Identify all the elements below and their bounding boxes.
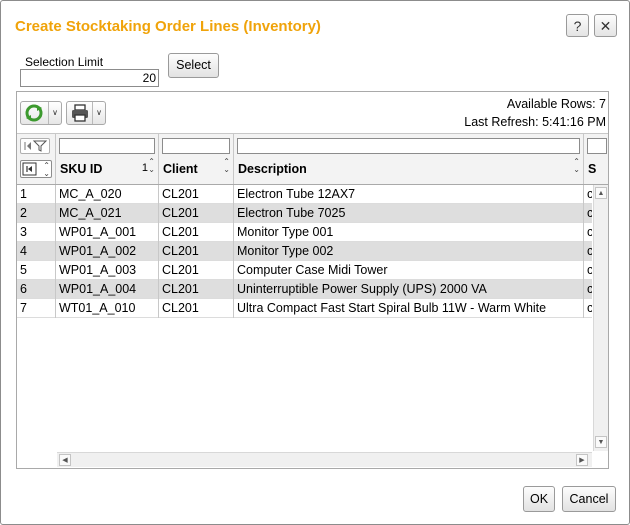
- client-cell: CL201: [159, 185, 234, 204]
- sku-filter-input[interactable]: [59, 138, 155, 154]
- next-column-cell: c: [584, 261, 592, 280]
- filter-icon: [24, 140, 48, 152]
- scroll-right-icon[interactable]: ▶: [576, 454, 588, 466]
- close-button[interactable]: ✕: [594, 14, 617, 37]
- cancel-button[interactable]: Cancel: [562, 486, 616, 512]
- sort-arrows-icon: ⌃ ⌄: [573, 157, 580, 174]
- row-number: 2: [17, 204, 56, 223]
- refresh-button[interactable]: ∨: [20, 101, 62, 125]
- grid-header: ⌃ ⌄ SKU ID 1 ⌃ ⌄ Client ⌃ ⌄ Description ⌃ ⌄: [17, 134, 608, 185]
- ok-button[interactable]: OK: [523, 486, 555, 512]
- row-number: 5: [17, 261, 56, 280]
- first-page-button[interactable]: ⌃ ⌄: [20, 160, 52, 178]
- next-column-header: S: [588, 162, 597, 176]
- close-icon: ✕: [599, 18, 612, 34]
- scroll-down-icon[interactable]: ▼: [595, 436, 607, 448]
- next-column-filter-input[interactable]: [587, 138, 607, 154]
- selection-limit-label: Selection Limit: [25, 55, 104, 69]
- next-column-cell: c: [584, 280, 592, 299]
- client-header: Client: [163, 162, 198, 176]
- selection-limit-input[interactable]: 20: [20, 69, 159, 87]
- table-row[interactable]: 6 WP01_A_004 CL201 Uninterruptible Power…: [17, 280, 592, 299]
- table-row[interactable]: 2 MC_A_021 CL201 Electron Tube 7025 c: [17, 204, 592, 223]
- table-row[interactable]: 7 WT01_A_010 CL201 Ultra Compact Fast St…: [17, 299, 592, 318]
- header-next-column[interactable]: S: [584, 134, 608, 184]
- next-column-cell: c: [584, 223, 592, 242]
- client-cell: CL201: [159, 261, 234, 280]
- description-header: Description: [238, 162, 307, 176]
- row-number: 4: [17, 242, 56, 261]
- sku-cell: MC_A_021: [56, 204, 159, 223]
- scroll-left-icon[interactable]: ◀: [59, 454, 71, 466]
- description-cell: Monitor Type 002: [234, 242, 584, 261]
- table-row[interactable]: 3 WP01_A_001 CL201 Monitor Type 001 c: [17, 223, 592, 242]
- data-grid: ∨ ∨ Available Rows: 7 Last Refresh: 5:41…: [16, 91, 609, 469]
- chevron-down-icon: ∨: [92, 102, 105, 124]
- grid-toolbar: ∨ ∨ Available Rows: 7 Last Refresh: 5:41…: [17, 92, 608, 134]
- description-cell: Electron Tube 7025: [234, 204, 584, 223]
- select-button[interactable]: Select: [168, 53, 219, 78]
- sku-cell: MC_A_020: [56, 185, 159, 204]
- sku-cell: WP01_A_001: [56, 223, 159, 242]
- client-cell: CL201: [159, 204, 234, 223]
- client-cell: CL201: [159, 223, 234, 242]
- filter-toggle-button[interactable]: [20, 138, 50, 154]
- next-column-cell: c: [584, 242, 592, 261]
- first-page-icon: [22, 162, 37, 176]
- header-description[interactable]: Description ⌃ ⌄: [234, 134, 584, 184]
- print-button[interactable]: ∨: [66, 101, 106, 125]
- client-filter-input[interactable]: [162, 138, 230, 154]
- last-refresh-status: Last Refresh: 5:41:16 PM: [464, 115, 606, 129]
- sku-cell: WT01_A_010: [56, 299, 159, 318]
- client-cell: CL201: [159, 242, 234, 261]
- header-row-number: ⌃ ⌄: [17, 134, 56, 184]
- description-cell: Electron Tube 12AX7: [234, 185, 584, 204]
- grid-rows: 1 MC_A_020 CL201 Electron Tube 12AX7 c 2…: [17, 185, 592, 318]
- scroll-up-icon[interactable]: ▲: [595, 187, 607, 199]
- next-column-cell: c: [584, 185, 592, 204]
- row-number: 7: [17, 299, 56, 318]
- description-cell: Monitor Type 001: [234, 223, 584, 242]
- create-stocktaking-dialog: Create Stocktaking Order Lines (Inventor…: [0, 0, 630, 525]
- next-column-cell: c: [584, 204, 592, 223]
- dialog-title: Create Stocktaking Order Lines (Inventor…: [15, 18, 321, 35]
- sku-cell: WP01_A_003: [56, 261, 159, 280]
- vertical-scrollbar[interactable]: ▲ ▼: [593, 185, 608, 451]
- available-rows-status: Available Rows: 7: [506, 97, 606, 111]
- header-client[interactable]: Client ⌃ ⌄: [159, 134, 234, 184]
- row-number: 6: [17, 280, 56, 299]
- client-cell: CL201: [159, 280, 234, 299]
- table-row[interactable]: 4 WP01_A_002 CL201 Monitor Type 002 c: [17, 242, 592, 261]
- header-sku-id[interactable]: SKU ID 1 ⌃ ⌄: [56, 134, 159, 184]
- sku-cell: WP01_A_002: [56, 242, 159, 261]
- description-cell: Uninterruptible Power Supply (UPS) 2000 …: [234, 280, 584, 299]
- help-button[interactable]: ?: [566, 14, 589, 37]
- sort-arrows-icon: ⌃ ⌄: [43, 161, 50, 178]
- refresh-icon: [25, 104, 43, 122]
- description-filter-input[interactable]: [237, 138, 580, 154]
- sort-order-indicator: 1: [141, 162, 148, 174]
- sku-cell: WP01_A_004: [56, 280, 159, 299]
- sort-arrows-icon: ⌃ ⌄: [223, 157, 230, 174]
- description-cell: Computer Case Midi Tower: [234, 261, 584, 280]
- row-number: 3: [17, 223, 56, 242]
- table-row[interactable]: 1 MC_A_020 CL201 Electron Tube 12AX7 c: [17, 185, 592, 204]
- row-number: 1: [17, 185, 56, 204]
- client-cell: CL201: [159, 299, 234, 318]
- print-icon: [72, 104, 88, 122]
- horizontal-scrollbar[interactable]: ◀ ▶: [57, 452, 592, 467]
- description-cell: Ultra Compact Fast Start Spiral Bulb 11W…: [234, 299, 584, 318]
- sort-arrows-icon: ⌃ ⌄: [148, 157, 155, 174]
- next-column-cell: c: [584, 299, 592, 318]
- chevron-down-icon: ∨: [48, 102, 61, 124]
- table-row[interactable]: 5 WP01_A_003 CL201 Computer Case Midi To…: [17, 261, 592, 280]
- sku-id-header: SKU ID: [60, 162, 103, 176]
